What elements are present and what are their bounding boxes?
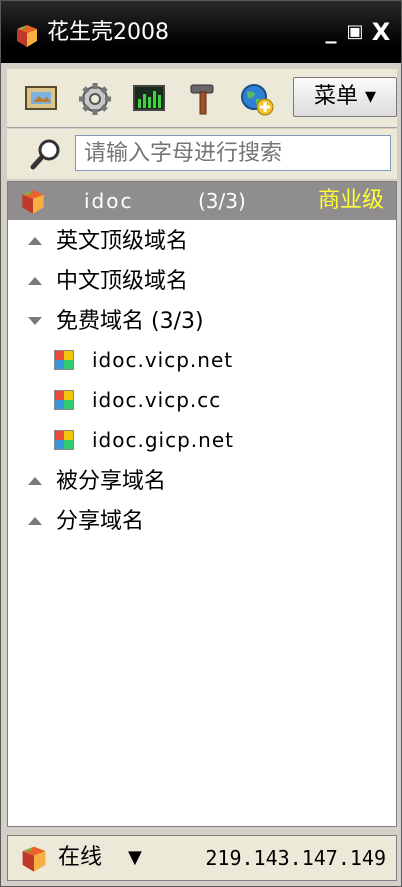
main-window: 花生壳2008 _ ▣ X 菜单 ▾ 请输入字母进行搜索 idoc (3/3) … bbox=[0, 0, 402, 887]
collapsed-arrow-icon[interactable] bbox=[26, 232, 44, 250]
search-input[interactable] bbox=[75, 135, 391, 171]
group-label: 分享域名 bbox=[56, 509, 145, 534]
account-count: (3/3) bbox=[198, 189, 246, 213]
restore-button[interactable]: ▣ bbox=[343, 19, 367, 45]
monitor-chart-icon[interactable] bbox=[131, 81, 167, 117]
collapsed-arrow-icon[interactable] bbox=[26, 472, 44, 490]
group-label: 免费域名 (3/3) bbox=[56, 309, 204, 334]
status-logo-icon[interactable] bbox=[18, 842, 50, 874]
app-logo-icon bbox=[13, 21, 41, 49]
group-chinese-tld[interactable]: 中文顶级域名 bbox=[8, 264, 396, 300]
expanded-arrow-icon[interactable] bbox=[26, 312, 44, 330]
gear-icon[interactable] bbox=[77, 81, 113, 117]
globe-add-icon[interactable] bbox=[239, 81, 275, 117]
window-title: 花生壳2008 bbox=[47, 20, 169, 45]
ip-address: 219.143.147.149 bbox=[205, 846, 386, 870]
account-name: idoc bbox=[84, 189, 134, 213]
close-button[interactable]: X bbox=[369, 19, 393, 45]
minimize-button[interactable]: _ bbox=[319, 19, 343, 45]
group-free-domains[interactable]: 免费域名 (3/3) bbox=[8, 304, 396, 340]
screen-icon[interactable] bbox=[23, 81, 59, 117]
domain-item[interactable]: idoc.gicp.net bbox=[8, 422, 396, 458]
toolbar: 菜单 ▾ bbox=[7, 69, 397, 128]
domain-status-icon bbox=[54, 350, 74, 370]
online-status-dropdown[interactable]: 在线 bbox=[58, 843, 102, 873]
account-logo-icon bbox=[18, 186, 48, 216]
search-bar bbox=[7, 129, 397, 179]
domain-label: idoc.vicp.net bbox=[92, 348, 234, 372]
group-shared-with-me[interactable]: 被分享域名 bbox=[8, 464, 396, 500]
domain-tree-panel: idoc (3/3) 商业级 英文顶级域名 中文顶级域名 免费域名 (3/3) bbox=[7, 181, 397, 827]
search-icon bbox=[29, 137, 63, 171]
group-label: 中文顶级域名 bbox=[56, 269, 189, 294]
group-label: 英文顶级域名 bbox=[56, 229, 189, 254]
group-label: 被分享域名 bbox=[56, 469, 167, 494]
domain-item[interactable]: idoc.vicp.net bbox=[8, 342, 396, 378]
domain-status-icon bbox=[54, 390, 74, 410]
hammer-icon[interactable] bbox=[185, 81, 221, 117]
collapsed-arrow-icon[interactable] bbox=[26, 512, 44, 530]
account-level-badge: 商业级 bbox=[318, 188, 385, 213]
group-shared-domains[interactable]: 分享域名 bbox=[8, 504, 396, 540]
status-bar: 在线 ▼ 219.143.147.149 bbox=[7, 835, 397, 881]
domain-label: idoc.vicp.cc bbox=[92, 388, 222, 412]
collapsed-arrow-icon[interactable] bbox=[26, 272, 44, 290]
domain-status-icon bbox=[54, 430, 74, 450]
group-english-tld[interactable]: 英文顶级域名 bbox=[8, 224, 396, 260]
domain-label: idoc.gicp.net bbox=[92, 428, 234, 452]
chevron-down-icon[interactable]: ▼ bbox=[128, 844, 142, 872]
account-row[interactable]: idoc (3/3) 商业级 bbox=[8, 182, 396, 220]
domain-item[interactable]: idoc.vicp.cc bbox=[8, 382, 396, 418]
menu-button[interactable]: 菜单 ▾ bbox=[293, 77, 397, 117]
title-bar[interactable]: 花生壳2008 _ ▣ X bbox=[1, 1, 401, 63]
